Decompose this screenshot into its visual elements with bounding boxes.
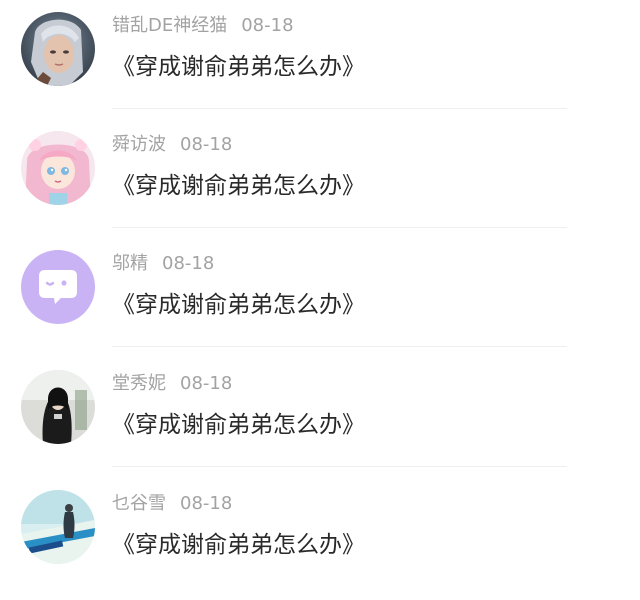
- username[interactable]: 邬精: [112, 253, 148, 274]
- comment-text: 《穿成谢俞弟弟怎么办》: [112, 292, 365, 318]
- comment-item: 错乱DE神经猫 08-18 《穿成谢俞弟弟怎么办》: [0, 12, 640, 122]
- comment-text: 《穿成谢俞弟弟怎么办》: [112, 173, 365, 199]
- beach-photo-avatar-icon[interactable]: [21, 490, 95, 564]
- comment-item: 乜谷雪 08-18 《穿成谢俞弟弟怎么办》: [0, 490, 640, 600]
- comment-meta: 舜访波 08-18: [112, 133, 232, 157]
- comment-date: 08-18: [180, 134, 233, 155]
- comment-text: 《穿成谢俞弟弟怎么办》: [112, 412, 365, 438]
- comment-date: 08-18: [180, 493, 233, 514]
- comment-meta: 堂秀妮 08-18: [112, 372, 232, 396]
- comment-date: 08-18: [241, 15, 294, 36]
- comment-item: 堂秀妮 08-18 《穿成谢俞弟弟怎么办》: [0, 370, 640, 480]
- comment-meta: 错乱DE神经猫 08-18: [112, 14, 294, 38]
- comment-text: 《穿成谢俞弟弟怎么办》: [112, 532, 365, 558]
- divider: [112, 346, 567, 347]
- comment-date: 08-18: [180, 373, 233, 394]
- girl-photo-avatar-icon[interactable]: [21, 370, 95, 444]
- comment-date: 08-18: [162, 253, 215, 274]
- username[interactable]: 乜谷雪: [112, 493, 166, 514]
- username[interactable]: 错乱DE神经猫: [112, 15, 227, 36]
- comment-item: 邬精 08-18 《穿成谢俞弟弟怎么办》: [0, 250, 640, 360]
- comment-item: 舜访波 08-18 《穿成谢俞弟弟怎么办》: [0, 131, 640, 241]
- username[interactable]: 堂秀妮: [112, 373, 166, 394]
- username[interactable]: 舜访波: [112, 134, 166, 155]
- anime-girl-avatar-icon[interactable]: [21, 131, 95, 205]
- chat-bubble-avatar-icon[interactable]: [21, 250, 95, 324]
- divider: [112, 466, 567, 467]
- divider: [112, 227, 567, 228]
- comment-text: 《穿成谢俞弟弟怎么办》: [112, 54, 365, 80]
- comment-meta: 乜谷雪 08-18: [112, 492, 232, 516]
- comment-meta: 邬精 08-18: [112, 252, 214, 276]
- divider: [112, 108, 567, 109]
- fantasy-character-avatar-icon[interactable]: [21, 12, 95, 86]
